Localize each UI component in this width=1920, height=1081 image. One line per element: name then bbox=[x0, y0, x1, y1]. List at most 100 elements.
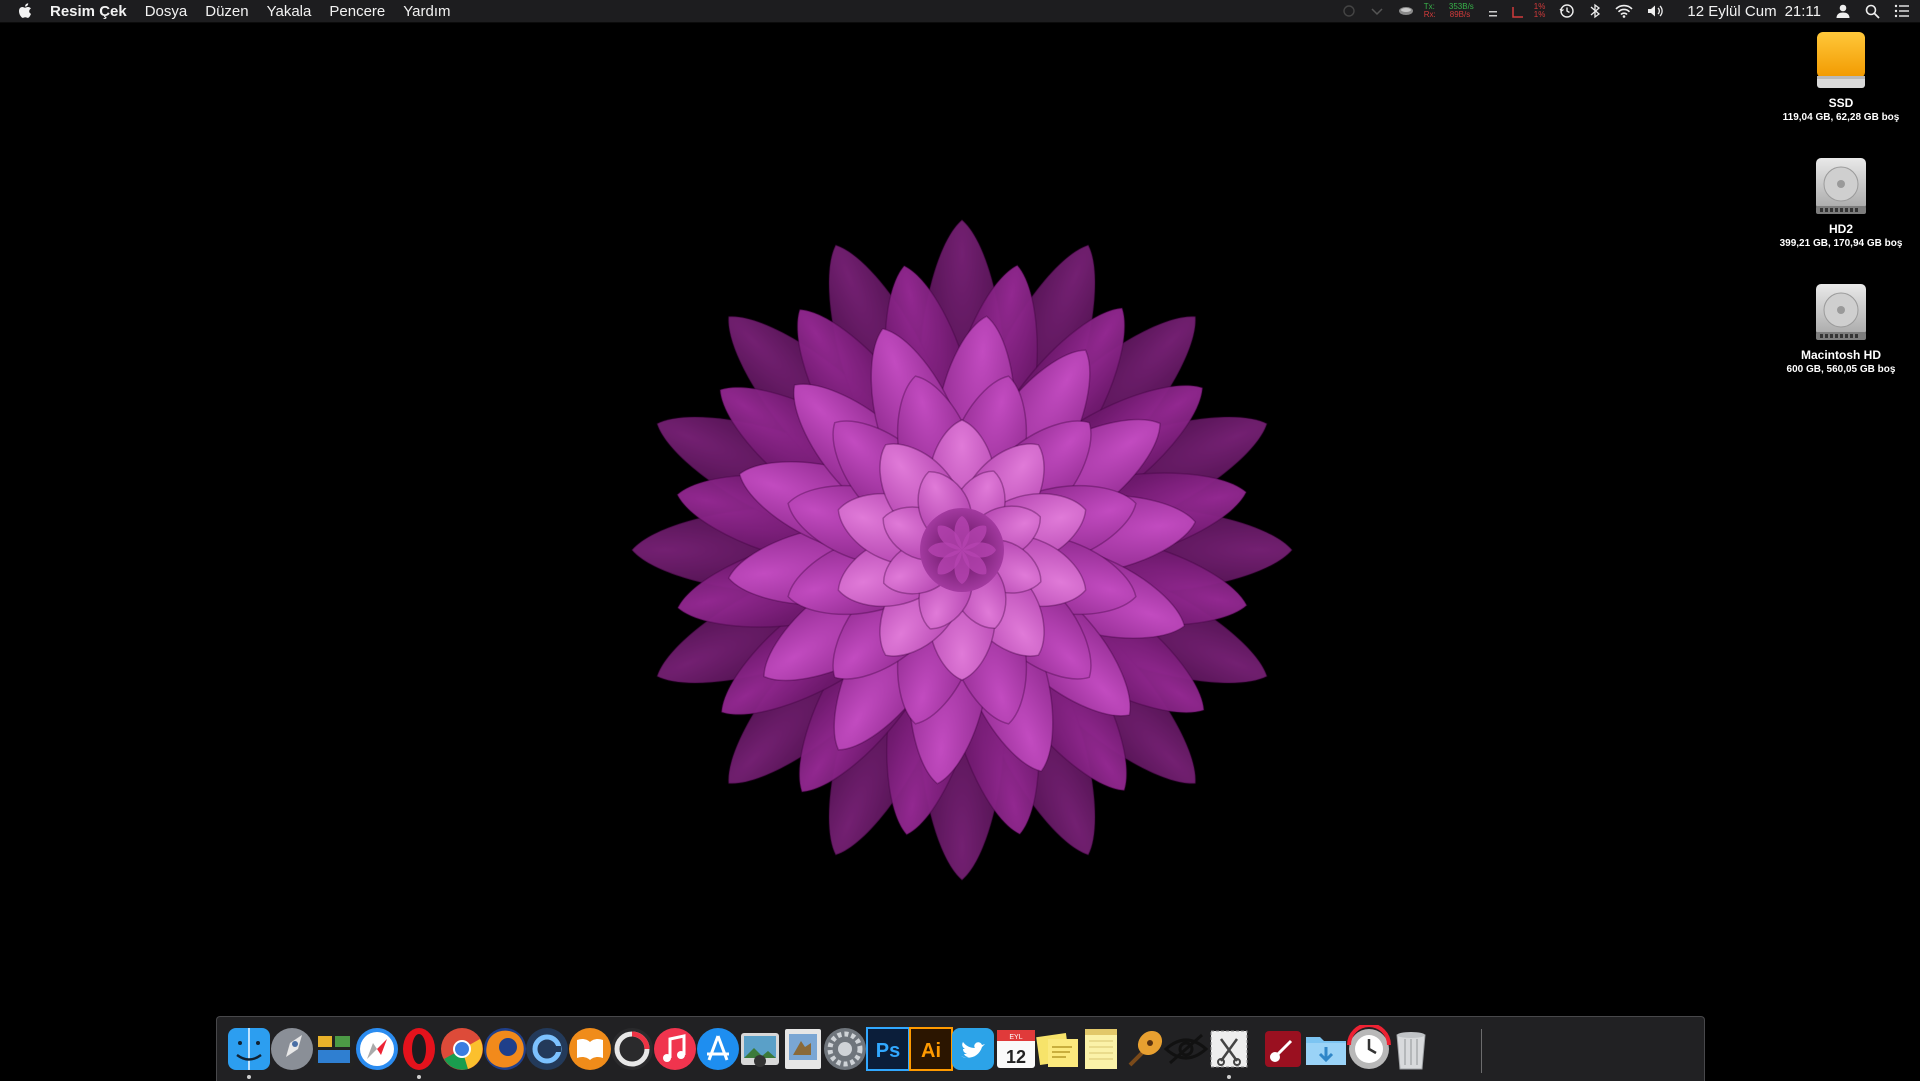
dock-item-photoshop[interactable]: Ps bbox=[864, 1025, 912, 1073]
desktop-drive-macintosh-hd[interactable]: Macintosh HD 600 GB, 560,05 GB boş bbox=[1766, 282, 1916, 375]
dock-item-downloads[interactable] bbox=[1302, 1025, 1350, 1073]
menu-bar: Resim Çek Dosya Düzen Yakala Pencere Yar… bbox=[0, 0, 1920, 23]
drive-info: 119,04 GB, 62,28 GB boş bbox=[1782, 112, 1900, 123]
dock-item-image-capture[interactable] bbox=[736, 1025, 784, 1073]
desktop-drive-hd2[interactable]: HD2 399,21 GB, 170,94 GB boş bbox=[1766, 156, 1916, 249]
dock-item-guitar-pro[interactable] bbox=[1259, 1025, 1307, 1073]
dock-item-itunes[interactable] bbox=[651, 1025, 699, 1073]
dock-item-music-player[interactable] bbox=[608, 1025, 656, 1073]
dock-running-indicator bbox=[417, 1075, 422, 1079]
browser-icon bbox=[526, 1028, 569, 1070]
image-capture-icon bbox=[741, 1033, 780, 1067]
network-rx-label: Rx: bbox=[1423, 10, 1436, 19]
dock-calendar-month: EYL bbox=[1009, 1034, 1022, 1041]
dock-item-stickies[interactable] bbox=[1034, 1025, 1082, 1073]
drive-info: 600 GB, 560,05 GB boş bbox=[1786, 364, 1896, 375]
dock-separator bbox=[1481, 1029, 1482, 1073]
time-machine-icon bbox=[1346, 1025, 1391, 1069]
mission-control-icon bbox=[314, 1031, 355, 1067]
dock-item-opera[interactable] bbox=[395, 1025, 443, 1073]
status-app-icon[interactable] bbox=[1342, 4, 1356, 18]
dock-item-screenshot[interactable] bbox=[1205, 1025, 1253, 1073]
dock-item-twitter[interactable] bbox=[949, 1025, 997, 1073]
external-drive-icon bbox=[1817, 32, 1865, 88]
hard-drive-icon bbox=[1816, 284, 1866, 340]
dock-item-safari[interactable] bbox=[353, 1025, 401, 1073]
menu-yardim[interactable]: Yardım bbox=[403, 3, 450, 20]
volume-icon[interactable] bbox=[1647, 4, 1665, 18]
app-store-icon bbox=[696, 1028, 739, 1070]
drive-name: SSD bbox=[1828, 96, 1854, 110]
drive-name: Macintosh HD bbox=[1800, 348, 1881, 362]
user-icon[interactable] bbox=[1835, 3, 1851, 19]
guitar-pro-icon bbox=[1265, 1031, 1302, 1067]
menu-pencere[interactable]: Pencere bbox=[329, 3, 385, 20]
illustrator-icon: Ai bbox=[908, 1027, 953, 1071]
dock-item-mission-control[interactable] bbox=[310, 1025, 358, 1073]
dock-item-launchpad[interactable] bbox=[268, 1025, 316, 1073]
dock-item-time-machine[interactable] bbox=[1345, 1025, 1393, 1073]
dock-item-system-preferences[interactable] bbox=[821, 1025, 869, 1073]
eye-icon bbox=[1163, 1033, 1209, 1065]
drive-name: HD2 bbox=[1828, 222, 1853, 236]
dock-running-indicator bbox=[1226, 1075, 1231, 1079]
status-drive-icon[interactable] bbox=[1398, 5, 1414, 17]
dock-item-firefox[interactable] bbox=[481, 1025, 529, 1073]
opera-icon bbox=[403, 1028, 436, 1070]
menu-app-name[interactable]: Resim Çek bbox=[50, 3, 127, 20]
dock-running-indicator bbox=[247, 1075, 251, 1079]
cpu-line-2: 1% bbox=[1533, 10, 1546, 19]
status-area: Tx: 353B/s Rx: 89B/s 1% 1% 12 Eylül Cum 21… bbox=[1328, 0, 1910, 22]
dock-item-notes[interactable] bbox=[1077, 1025, 1125, 1073]
apple-menu-icon[interactable] bbox=[18, 2, 38, 20]
safari-icon bbox=[355, 1028, 398, 1070]
preview-icon bbox=[784, 1029, 821, 1069]
twitter-icon bbox=[952, 1028, 995, 1070]
wallpaper-flower bbox=[631, 219, 1293, 881]
screenshot-icon bbox=[1210, 1030, 1248, 1068]
cpu-graph-icon[interactable] bbox=[1512, 4, 1524, 18]
dock-item-illustrator[interactable]: Ai bbox=[907, 1025, 955, 1073]
clock-time[interactable]: 21:11 bbox=[1785, 3, 1821, 20]
menu-yakala[interactable]: Yakala bbox=[267, 3, 312, 20]
cpu-monitor[interactable]: 1% 1% bbox=[1534, 3, 1546, 19]
dock-item-garageband[interactable] bbox=[1120, 1025, 1168, 1073]
chrome-icon bbox=[441, 1028, 483, 1070]
ibooks-icon bbox=[568, 1028, 611, 1070]
notification-center-icon[interactable] bbox=[1894, 4, 1910, 18]
dock-item-ibooks[interactable] bbox=[566, 1025, 614, 1073]
drive-info: 399,21 GB, 170,94 GB boş bbox=[1779, 238, 1903, 249]
wifi-icon[interactable] bbox=[1615, 4, 1633, 18]
notes-icon bbox=[1085, 1029, 1117, 1069]
memory-graph-icon[interactable] bbox=[1488, 4, 1498, 18]
launchpad-icon bbox=[270, 1028, 313, 1070]
garageband-icon bbox=[1128, 1030, 1162, 1067]
time-machine-status-icon[interactable] bbox=[1559, 3, 1575, 19]
network-monitor[interactable]: Tx: 353B/s Rx: 89B/s bbox=[1424, 3, 1474, 19]
calendar-icon: EYL 12 bbox=[996, 1030, 1035, 1068]
dock: Ps Ai EYL 12 bbox=[216, 1016, 1705, 1081]
firefox-icon bbox=[483, 1028, 526, 1070]
menu-dosya[interactable]: Dosya bbox=[145, 3, 188, 20]
dock-item-trash[interactable] bbox=[1387, 1025, 1435, 1073]
dock-item-finder[interactable] bbox=[225, 1025, 273, 1073]
status-chevron-icon[interactable] bbox=[1370, 4, 1384, 18]
desktop-drive-ssd[interactable]: SSD 119,04 GB, 62,28 GB boş bbox=[1766, 30, 1916, 123]
menu-duzen[interactable]: Düzen bbox=[205, 3, 248, 20]
bluetooth-icon[interactable] bbox=[1589, 3, 1601, 19]
finder-icon bbox=[228, 1028, 270, 1070]
dock-item-privacy-eye[interactable] bbox=[1162, 1025, 1210, 1073]
dock-item-calendar[interactable]: EYL 12 bbox=[992, 1025, 1040, 1073]
dock-label: 12 bbox=[1006, 1047, 1026, 1067]
music-player-icon bbox=[611, 1028, 654, 1070]
network-rx-value: 89B/s bbox=[1449, 10, 1471, 19]
dock-item-preview[interactable] bbox=[779, 1025, 827, 1073]
dock-item-web-browser[interactable] bbox=[523, 1025, 571, 1073]
dock-label: Ps bbox=[876, 1040, 900, 1062]
dock-item-chrome[interactable] bbox=[438, 1025, 486, 1073]
dock-item-app-store[interactable] bbox=[694, 1025, 742, 1073]
downloads-folder-icon bbox=[1306, 1037, 1346, 1065]
dock-label: Ai bbox=[921, 1040, 941, 1062]
clock-date[interactable]: 12 Eylül Cum bbox=[1687, 3, 1776, 20]
spotlight-search-icon[interactable] bbox=[1865, 4, 1880, 19]
